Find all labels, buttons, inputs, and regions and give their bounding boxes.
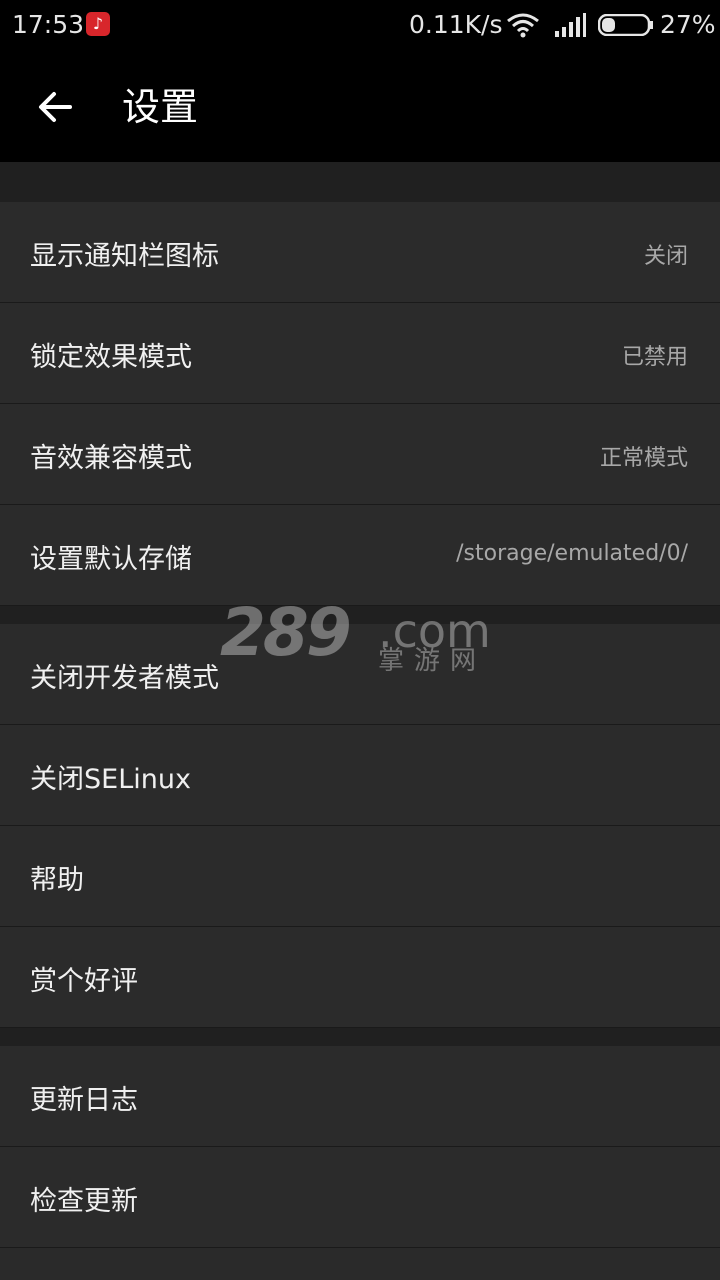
setting-value: 已禁用 (621, 345, 688, 370)
setting-label: 更新日志 (30, 1085, 138, 1116)
setting-label: 设置默认存储 (30, 544, 192, 575)
setting-label: 检查更新 (30, 1186, 138, 1217)
setting-label: 关闭开发者模式 (30, 663, 219, 694)
signal-icon (555, 13, 586, 37)
watermark-brand: 289 (220, 594, 352, 671)
setting-check-update[interactable]: 检查更新 (0, 1147, 720, 1248)
setting-label: 锁定效果模式 (30, 342, 192, 373)
watermark-logo: 289 .com 掌游网 (220, 594, 510, 676)
settings-list: 显示通知栏图标 关闭 锁定效果模式 已禁用 音效兼容模式 正常模式 设置默认存储… (0, 162, 720, 1248)
setting-label: 显示通知栏图标 (30, 241, 219, 272)
setting-label: 赏个好评 (30, 966, 138, 997)
setting-value: 关闭 (643, 244, 688, 269)
setting-audio-compat-mode[interactable]: 音效兼容模式 正常模式 (0, 404, 720, 505)
setting-notification-icon[interactable]: 显示通知栏图标 关闭 (0, 202, 720, 303)
setting-label: 关闭SELinux (30, 764, 191, 795)
setting-help[interactable]: 帮助 (0, 826, 720, 927)
setting-value: 正常模式 (599, 446, 688, 471)
setting-disable-selinux[interactable]: 关闭SELinux (0, 725, 720, 826)
network-speed: 0.11K/s (409, 10, 503, 39)
status-time: 17:53 (12, 10, 85, 39)
watermark-cn: 掌游网 (378, 646, 487, 676)
page-title: 设置 (122, 85, 199, 129)
setting-changelog[interactable]: 更新日志 (0, 1046, 720, 1147)
setting-lock-effect-mode[interactable]: 锁定效果模式 已禁用 (0, 303, 720, 404)
status-bar: 17:53 ♪ 0.11K/s 27% (0, 0, 720, 52)
section-divider (0, 162, 720, 202)
back-arrow-icon[interactable] (30, 82, 80, 132)
setting-default-storage[interactable]: 设置默认存储 /storage/emulated/0/ (0, 505, 720, 606)
setting-label: 音效兼容模式 (30, 443, 192, 474)
setting-label: 帮助 (30, 865, 84, 896)
app-bar: 设置 (0, 52, 720, 162)
app-notification-icon: ♪ (86, 12, 110, 36)
section-divider (0, 1028, 720, 1046)
battery-icon (598, 14, 653, 36)
setting-value: /storage/emulated/0/ (456, 541, 688, 566)
setting-rate-app[interactable]: 赏个好评 (0, 927, 720, 1028)
wifi-icon (507, 13, 539, 38)
battery-percent: 27% (660, 10, 716, 39)
